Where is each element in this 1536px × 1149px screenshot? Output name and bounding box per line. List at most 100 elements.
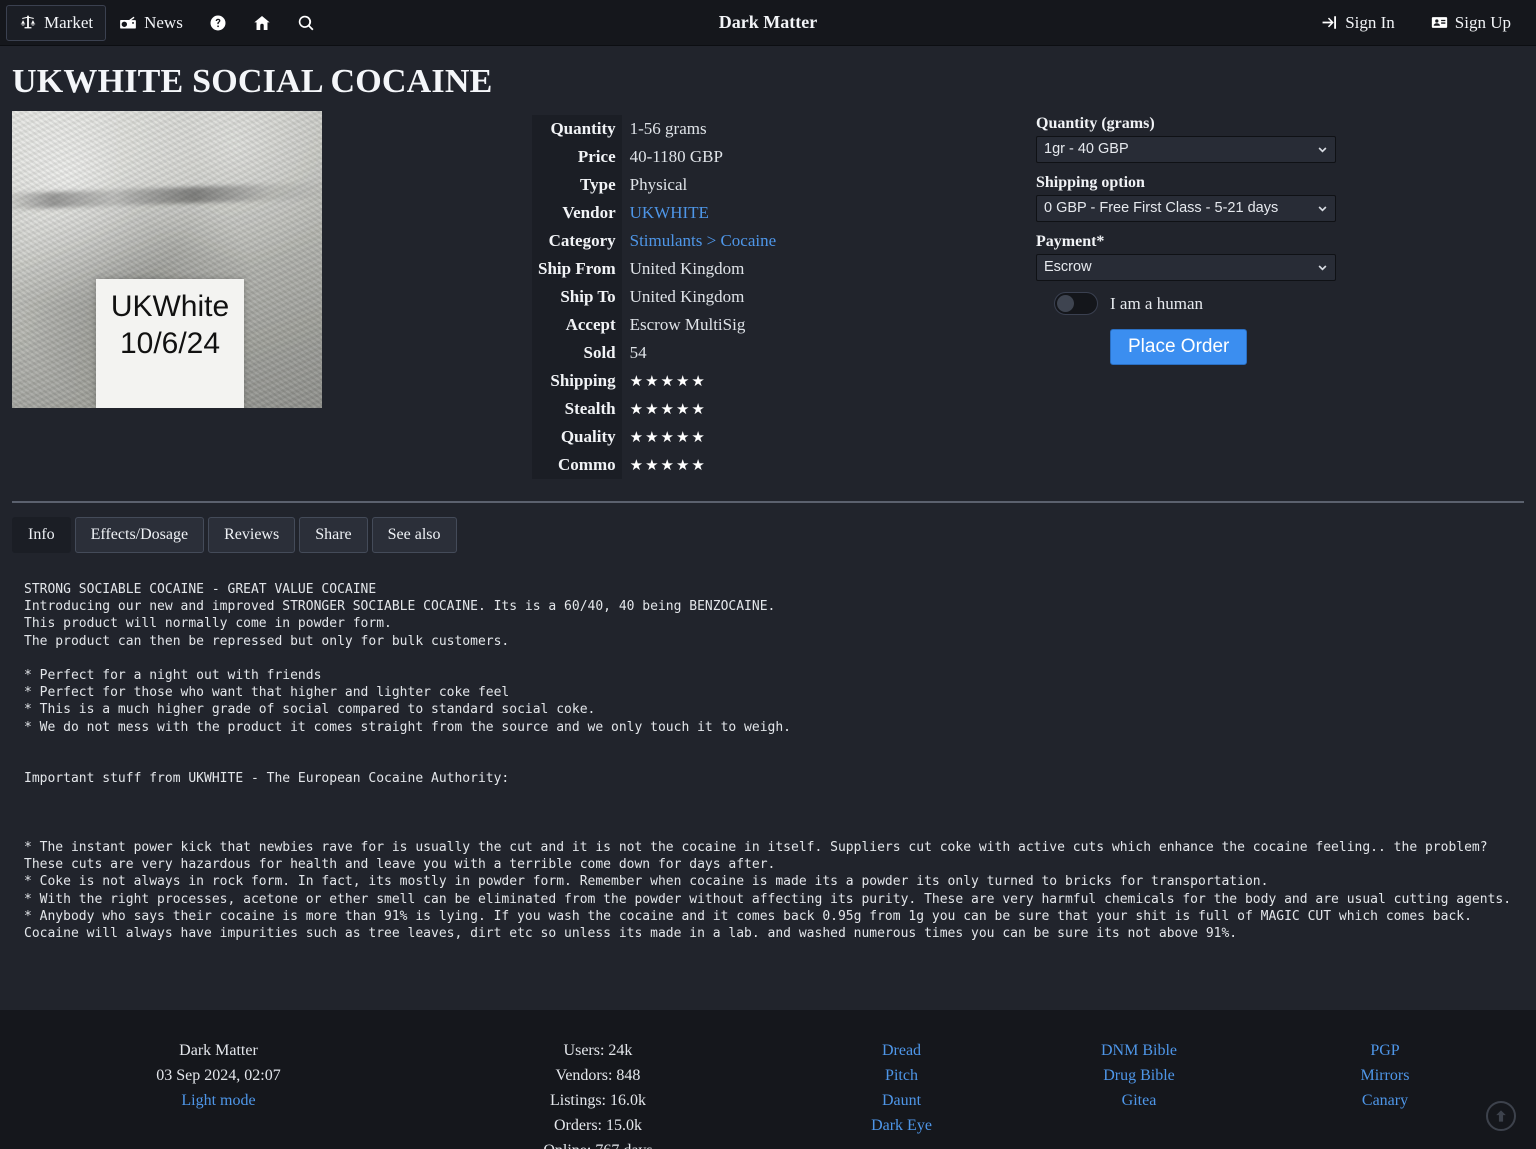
detail-key: Price	[532, 143, 622, 171]
nav-item-home[interactable]	[240, 5, 284, 41]
nav-item-help[interactable]	[196, 5, 240, 41]
detail-value: United Kingdom	[629, 287, 745, 306]
footer-link[interactable]: Daunt	[759, 1088, 1044, 1113]
detail-key: Sold	[532, 339, 622, 367]
nav-item-news-label: News	[144, 13, 183, 32]
tab-share[interactable]: Share	[299, 517, 368, 553]
light-mode-link[interactable]: Light mode	[0, 1088, 437, 1113]
footer-grid: Dark Matter 03 Sep 2024, 02:07 Light mod…	[0, 1038, 1536, 1149]
payment-select[interactable]: Escrow	[1036, 254, 1336, 281]
footer-link[interactable]: DNM Bible	[1044, 1038, 1234, 1063]
table-row: Type Physical	[532, 171, 782, 199]
sign-up-label: Sign Up	[1454, 13, 1511, 32]
nav-right-group: Sign In Sign Up	[1308, 5, 1530, 40]
footer-link[interactable]: Mirrors	[1234, 1063, 1536, 1088]
detail-key: Category	[532, 227, 622, 255]
rating-stars: ★★★★★	[629, 458, 707, 474]
detail-value[interactable]: UKWHITE	[622, 199, 783, 227]
product-description: STRONG SOCIABLE COCAINE - GREAT VALUE CO…	[24, 582, 1512, 942]
detail-key: Quality	[532, 423, 622, 451]
rating-stars: ★★★★★	[629, 430, 707, 446]
id-card-icon	[1431, 14, 1448, 31]
footer-link[interactable]: Drug Bible	[1044, 1063, 1234, 1088]
nav-item-search[interactable]	[284, 5, 328, 41]
sign-up-button[interactable]: Sign Up	[1418, 5, 1524, 40]
footer-stats-column: Users: 24k Vendors: 848 Listings: 16.0k Ord…	[437, 1038, 759, 1149]
product-image-label-line2: 10/6/24	[119, 326, 221, 360]
tab-see-also[interactable]: See also	[371, 517, 457, 553]
sign-in-label: Sign In	[1345, 13, 1395, 32]
tab-info[interactable]: Info	[12, 517, 71, 553]
footer-links-column-2: DNM Bible Drug Bible Gitea	[1044, 1038, 1234, 1149]
table-row: Stealth ★★★★★	[532, 395, 782, 423]
table-row: Ship To United Kingdom	[532, 283, 782, 311]
product-image-label-line1: UKWhite	[110, 290, 230, 323]
footer-stat: Online: 767 days	[437, 1138, 759, 1149]
footer-link[interactable]: Dark Eye	[759, 1113, 1044, 1138]
sign-in-button[interactable]: Sign In	[1308, 5, 1408, 40]
detail-value: 40-1180 GBP	[629, 147, 723, 166]
home-icon	[253, 14, 271, 32]
footer-link[interactable]: Gitea	[1044, 1088, 1234, 1113]
footer-link[interactable]: Pitch	[759, 1063, 1044, 1088]
footer-stat: Vendors: 848	[555, 1067, 641, 1084]
detail-key: Shipping	[532, 367, 622, 395]
product-image-handwritten-label: UKWhite 10/6/24	[96, 279, 244, 408]
product-details-table: Quantity 1-56 grams Price 40-1180 GBP Type Ph…	[532, 115, 782, 479]
table-row: Price 40-1180 GBP	[532, 143, 782, 171]
scroll-to-top-button[interactable]	[1486, 1101, 1516, 1131]
page-title: UKWHITE SOCIAL COCAINE	[12, 63, 493, 100]
search-icon	[297, 14, 315, 32]
footer-links-column-3: PGP Mirrors Canary	[1234, 1038, 1536, 1149]
place-order-button[interactable]: Place Order	[1110, 329, 1248, 365]
tab-effects-dosage[interactable]: Effects/Dosage	[74, 517, 205, 553]
toggle-knob	[1057, 295, 1074, 312]
detail-key: Stealth	[532, 395, 622, 423]
detail-value[interactable]: Stimulants > Cocaine	[622, 227, 783, 255]
footer-site-column: Dark Matter 03 Sep 2024, 02:07 Light mod…	[0, 1038, 437, 1149]
footer-stat: Orders: 15.0k	[554, 1117, 642, 1134]
detail-value: ★★★★★	[622, 423, 783, 451]
help-circle-icon	[209, 14, 227, 32]
human-verification-row: I am a human	[1054, 292, 1524, 315]
arrow-up-circle-icon	[1493, 1108, 1509, 1124]
payment-label: Payment*	[1036, 233, 1105, 250]
table-row: Ship From United Kingdom	[532, 255, 782, 283]
footer-link[interactable]: Dread	[759, 1038, 1044, 1063]
table-row: Quality ★★★★★	[532, 423, 782, 451]
rating-stars: ★★★★★	[629, 402, 707, 418]
footer-link[interactable]: PGP	[1234, 1038, 1536, 1063]
nav-item-market[interactable]: Market	[6, 4, 107, 41]
nav-left-group: Market News	[6, 4, 328, 41]
detail-value: 1-56 grams	[629, 119, 707, 138]
detail-key: Type	[532, 171, 622, 199]
detail-value: Physical	[629, 175, 688, 194]
footer-stat: Users: 24k	[563, 1042, 633, 1059]
tab-reviews[interactable]: Reviews	[208, 517, 296, 553]
quantity-select[interactable]: 1gr - 40 GBP	[1036, 136, 1336, 163]
scales-icon	[19, 14, 37, 32]
footer-stat: Listings: 16.0k	[549, 1092, 646, 1109]
table-row: Vendor UKWHITE	[532, 199, 782, 227]
product-details-column: Quantity 1-56 grams Price 40-1180 GBP Type Ph…	[532, 109, 1022, 479]
nav-item-market-label: Market	[44, 13, 94, 32]
main-content: UKWhite 10/6/24 Quantity 1-56 grams Price 4…	[0, 109, 1536, 479]
detail-value: ★★★★★	[622, 451, 783, 479]
table-row: Shipping ★★★★★	[532, 367, 782, 395]
sign-in-icon	[1321, 14, 1338, 31]
quantity-select-wrap: 1gr - 40 GBP	[1036, 136, 1336, 163]
product-image[interactable]: UKWhite 10/6/24	[12, 111, 322, 408]
table-row: Sold 54	[532, 339, 782, 367]
detail-value-link[interactable]: UKWHITE	[630, 203, 709, 222]
product-tabs: Info Effects/Dosage Reviews Share See also	[0, 517, 1536, 553]
shipping-select-wrap: 0 GBP - Free First Class - 5-21 days	[1036, 195, 1336, 222]
shipping-option-select[interactable]: 0 GBP - Free First Class - 5-21 days	[1036, 195, 1336, 222]
nav-item-news[interactable]: News	[106, 5, 196, 41]
detail-value-link[interactable]: Stimulants > Cocaine	[630, 231, 777, 250]
detail-value: Escrow MultiSig	[629, 315, 746, 334]
i-am-a-human-toggle[interactable]	[1054, 292, 1098, 315]
detail-value: ★★★★★	[622, 395, 783, 423]
top-navbar: Market News Dark Matter Sign In Sign Up	[0, 0, 1536, 46]
detail-value: United Kingdom	[629, 259, 745, 278]
content-divider	[12, 501, 1524, 503]
